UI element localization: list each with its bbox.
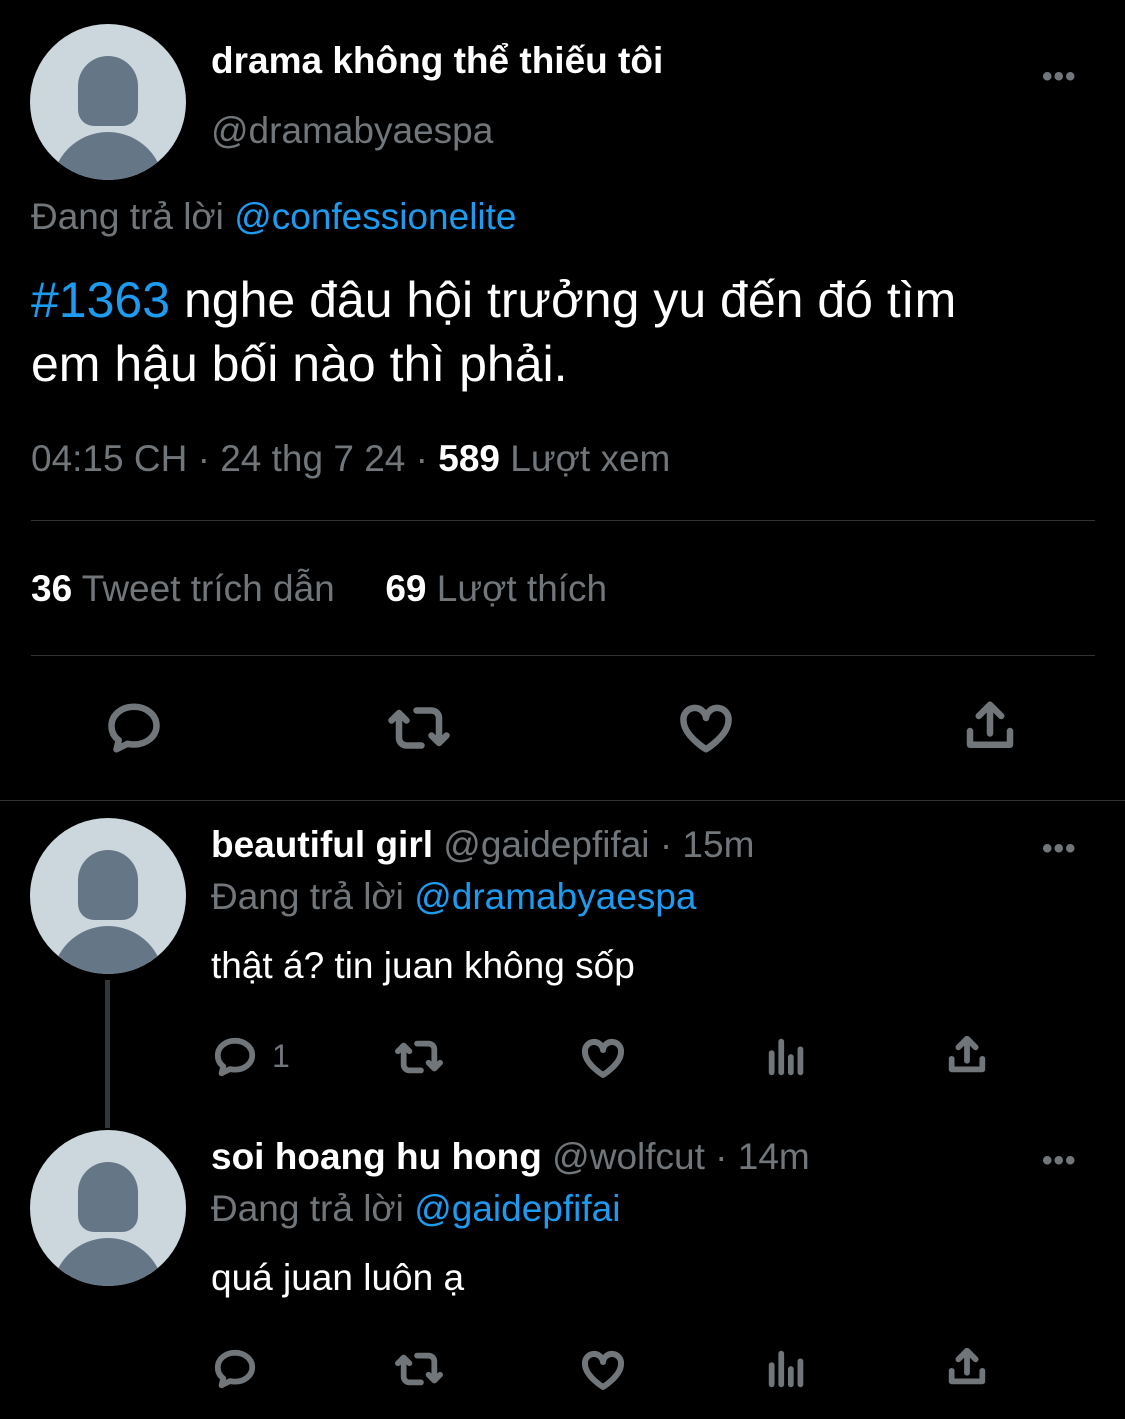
section-divider [0, 800, 1125, 801]
reply-avatar[interactable] [30, 1130, 186, 1286]
analytics-icon[interactable] [764, 1346, 810, 1392]
reply-header: soi hoang hu hong @wolfcut · 14m [211, 1136, 810, 1178]
reply-avatar[interactable] [30, 818, 186, 974]
author-avatar[interactable] [30, 24, 186, 180]
quotes-count: 36 [31, 568, 73, 609]
reply-count: 1 [272, 1038, 290, 1074]
like-icon[interactable] [676, 698, 736, 758]
avatar-head-shape [78, 850, 138, 920]
likes-label: Lượt thích [436, 568, 608, 609]
quotes-stat[interactable]: 36 Tweet trích dẫn [31, 568, 345, 609]
replying-to-handle-link[interactable]: @confessionelite [234, 196, 516, 237]
like-icon[interactable] [579, 1346, 627, 1394]
share-icon[interactable] [944, 1344, 990, 1390]
share-icon[interactable] [944, 1032, 990, 1078]
tweet-text-line1: nghe đâu hội trưởng yu đến đó tìm [183, 272, 957, 328]
avatar-body-shape [52, 926, 164, 974]
quotes-label: Tweet trích dẫn [81, 568, 335, 609]
meta-separator: · [415, 438, 428, 479]
avatar-body-shape [52, 1238, 164, 1286]
avatar-head-shape [78, 1162, 138, 1232]
share-icon[interactable] [960, 696, 1020, 756]
analytics-icon[interactable] [764, 1034, 810, 1080]
likes-stat[interactable]: 69 Lượt thích [385, 568, 607, 609]
replying-to-line: Đang trả lời @dramabyaespa [211, 876, 697, 918]
replying-to-handle-link[interactable]: @gaidepfifai [414, 1188, 620, 1229]
reply-icon[interactable] [212, 1034, 258, 1080]
like-icon[interactable] [579, 1034, 627, 1082]
likes-count: 69 [385, 568, 427, 609]
tweet-text-line2: em hậu bối nào thì phải. [31, 336, 568, 392]
views-label: Lượt xem [510, 438, 671, 479]
divider [31, 655, 1095, 656]
reply-header: beautiful girl @gaidepfifai · 15m [211, 824, 754, 866]
reply-handle[interactable]: @gaidepfifai [443, 824, 649, 865]
more-options-icon[interactable]: ••• [1042, 832, 1077, 866]
retweet-icon[interactable] [386, 698, 452, 758]
replying-to-label: Đang trả lời [211, 1188, 404, 1229]
author-display-name[interactable]: drama không thể thiếu tôi [211, 40, 663, 82]
meta-separator: · [197, 438, 210, 479]
replying-to-label: Đang trả lời [211, 876, 404, 917]
reply-display-name[interactable]: soi hoang hu hong [211, 1136, 542, 1177]
more-options-icon[interactable]: ••• [1042, 1144, 1077, 1178]
divider [31, 520, 1095, 521]
reply-time[interactable]: · 14m [715, 1136, 810, 1177]
retweet-icon[interactable] [393, 1346, 445, 1392]
retweet-icon[interactable] [393, 1034, 445, 1080]
reply-text: thật á? tin juan không sốp [211, 945, 635, 986]
views-count: 589 [438, 438, 500, 479]
tweet-meta: 04:15 CH · 24 thg 7 24 · 589 Lượt xem [31, 438, 670, 480]
reply-handle[interactable]: @wolfcut [552, 1136, 705, 1177]
avatar-head-shape [78, 56, 138, 126]
tweet-time[interactable]: 04:15 CH [31, 438, 187, 479]
more-options-icon[interactable]: ••• [1042, 60, 1077, 94]
reply-display-name[interactable]: beautiful girl [211, 824, 433, 865]
author-handle[interactable]: @dramabyaespa [211, 110, 493, 152]
replying-to-line: Đang trả lời @gaidepfifai [211, 1188, 620, 1230]
reply-icon[interactable] [212, 1346, 258, 1392]
thread-connector-line [105, 980, 110, 1128]
reply-icon[interactable] [104, 698, 164, 758]
replying-to-label: Đang trả lời [31, 196, 224, 237]
engagement-stats: 36 Tweet trích dẫn 69 Lượt thích [31, 568, 607, 610]
replying-to-line: Đang trả lời @confessionelite [31, 196, 517, 238]
reply-time[interactable]: · 15m [660, 824, 755, 865]
tweet-date[interactable]: 24 thg 7 24 [220, 438, 405, 479]
reply-text: quá juan luôn ạ [211, 1257, 465, 1298]
tweet-text: #1363 nghe đâu hội trưởng yu đến đó tìm … [31, 268, 956, 396]
replying-to-handle-link[interactable]: @dramabyaespa [414, 876, 696, 917]
hashtag-link[interactable]: #1363 [31, 272, 170, 328]
avatar-body-shape [52, 132, 164, 180]
